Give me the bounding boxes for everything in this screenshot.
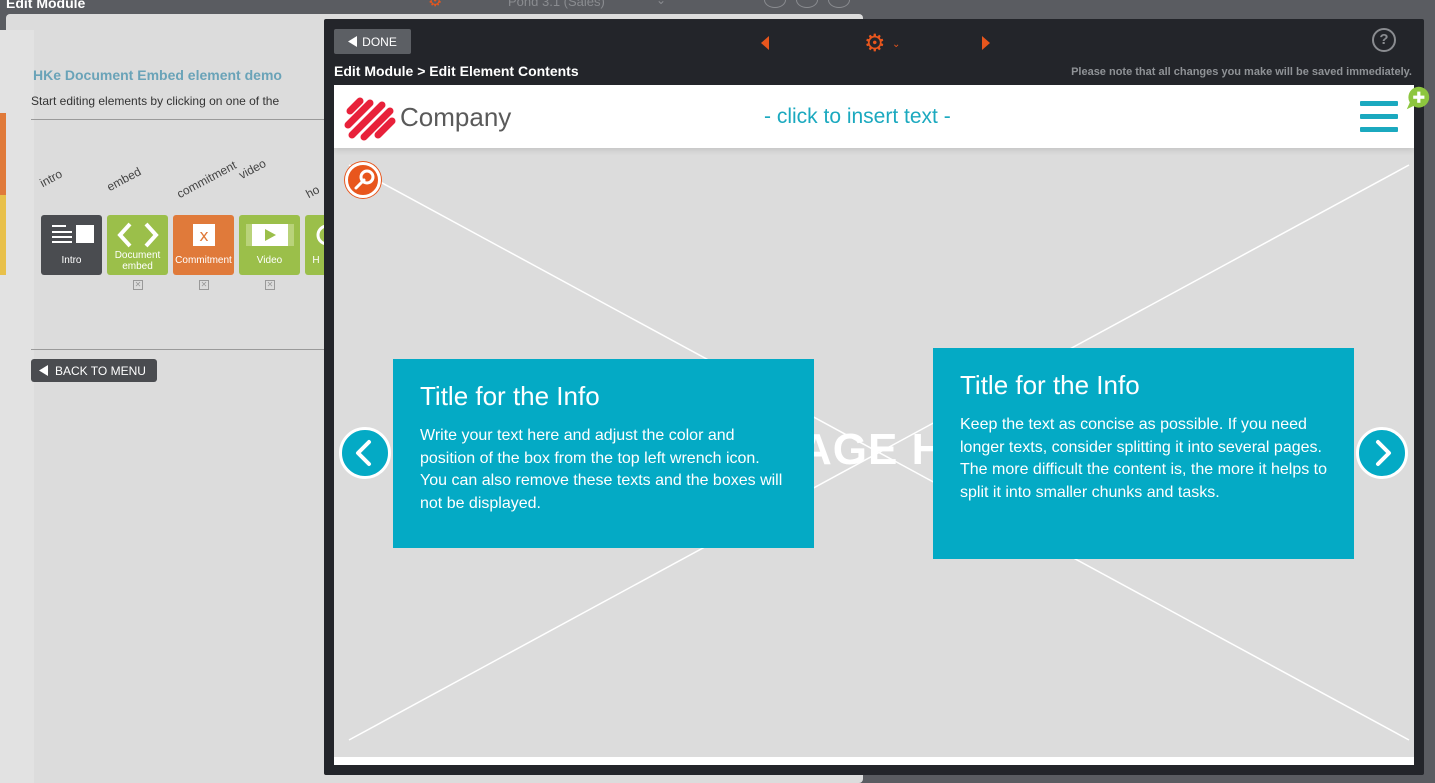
preview-footer	[334, 757, 1414, 765]
company-name: Company	[400, 102, 512, 132]
menu-hamburger-icon[interactable]	[1360, 101, 1398, 133]
chevron-left-icon	[356, 440, 371, 466]
background-gear-icon[interactable]: ⚙	[428, 0, 442, 11]
chevron-down-icon[interactable]: ⌄	[656, 0, 666, 7]
code-icon	[107, 221, 168, 249]
triangle-left-icon	[348, 36, 358, 47]
info-box-body: Keep the text as concise as possible. If…	[960, 416, 1327, 501]
image-placeholder-text: AGE H	[800, 425, 945, 474]
tile-video[interactable]: Video	[239, 215, 300, 275]
element-editor-overlay: DONE ⚙ ⌄ ? Edit Module > Edit Element Co…	[324, 19, 1424, 775]
breadcrumb: Edit Module > Edit Element Contents	[334, 63, 579, 79]
tile-commitment[interactable]: x Commitment	[173, 215, 234, 275]
background-circle-icon[interactable]	[828, 0, 850, 8]
insert-text-placeholder[interactable]: - click to insert text -	[764, 105, 951, 129]
video-icon	[239, 221, 300, 249]
info-box-body: Write your text here and adjust the colo…	[420, 427, 783, 512]
company-logo-icon	[344, 97, 396, 141]
triangle-left-icon	[39, 365, 48, 376]
background-circle-icon[interactable]	[764, 0, 786, 8]
tile-intro[interactable]: Intro	[41, 215, 102, 275]
preview-header: Company - click to insert text -	[334, 85, 1414, 148]
tile-label: Intro	[61, 255, 82, 266]
next-page-button[interactable]	[1356, 427, 1408, 479]
settings-gear-icon[interactable]: ⚙	[864, 32, 886, 56]
chevron-down-icon[interactable]: ⌄	[892, 39, 900, 50]
checkbox-icon: x	[173, 221, 234, 249]
tile-label: Video	[256, 255, 283, 266]
svg-text:x: x	[199, 226, 208, 245]
background-circle-icon[interactable]	[796, 0, 818, 8]
info-box-title: Title for the Info	[960, 370, 1140, 400]
divider	[31, 349, 331, 350]
info-box-left[interactable]: Title for the Info Write your text here …	[393, 359, 814, 548]
next-arrow-icon[interactable]	[981, 36, 991, 50]
info-box-right[interactable]: Title for the Info Keep the text as conc…	[933, 348, 1354, 559]
done-label: DONE	[362, 34, 397, 49]
done-button[interactable]: DONE	[334, 29, 411, 54]
wrench-glyph	[354, 169, 375, 190]
page-preview: AGE H Company - click to insert text - T…	[334, 85, 1414, 765]
background-select[interactable]: Pond 3.1 (Sales)	[508, 0, 605, 9]
autosave-notice: Please note that all changes you make wi…	[1071, 66, 1412, 78]
tile-document-embed[interactable]: Document embed	[107, 215, 168, 275]
previous-arrow-icon[interactable]	[760, 36, 770, 50]
tile-label: Commitment	[175, 255, 232, 266]
add-element-icon[interactable]	[1404, 86, 1432, 110]
background-strip	[0, 113, 6, 195]
background-strip	[0, 195, 6, 275]
help-icon[interactable]: ?	[1372, 28, 1396, 52]
chevron-right-icon	[1376, 440, 1391, 466]
module-title: HKe Document Embed element demo	[33, 67, 282, 83]
previous-page-button[interactable]	[339, 427, 391, 479]
background-topbar: Edit Module ⚙ Pond 3.1 (Sales) ⌄	[0, 0, 1435, 14]
remove-tile-icon[interactable]: ✕	[133, 280, 143, 290]
remove-tile-icon[interactable]: ✕	[199, 280, 209, 290]
back-to-menu-label: BACK TO MENU	[55, 363, 146, 378]
wrench-icon[interactable]	[345, 162, 381, 198]
background-title: Edit Module	[6, 0, 86, 11]
intro-icon	[41, 221, 102, 249]
back-to-menu-button[interactable]: BACK TO MENU	[31, 359, 157, 382]
info-box-title: Title for the Info	[420, 381, 600, 411]
module-subtitle: Start editing elements by clicking on on…	[31, 94, 280, 108]
tile-label: Document embed	[114, 250, 161, 272]
divider	[31, 119, 331, 120]
remove-tile-icon[interactable]: ✕	[265, 280, 275, 290]
